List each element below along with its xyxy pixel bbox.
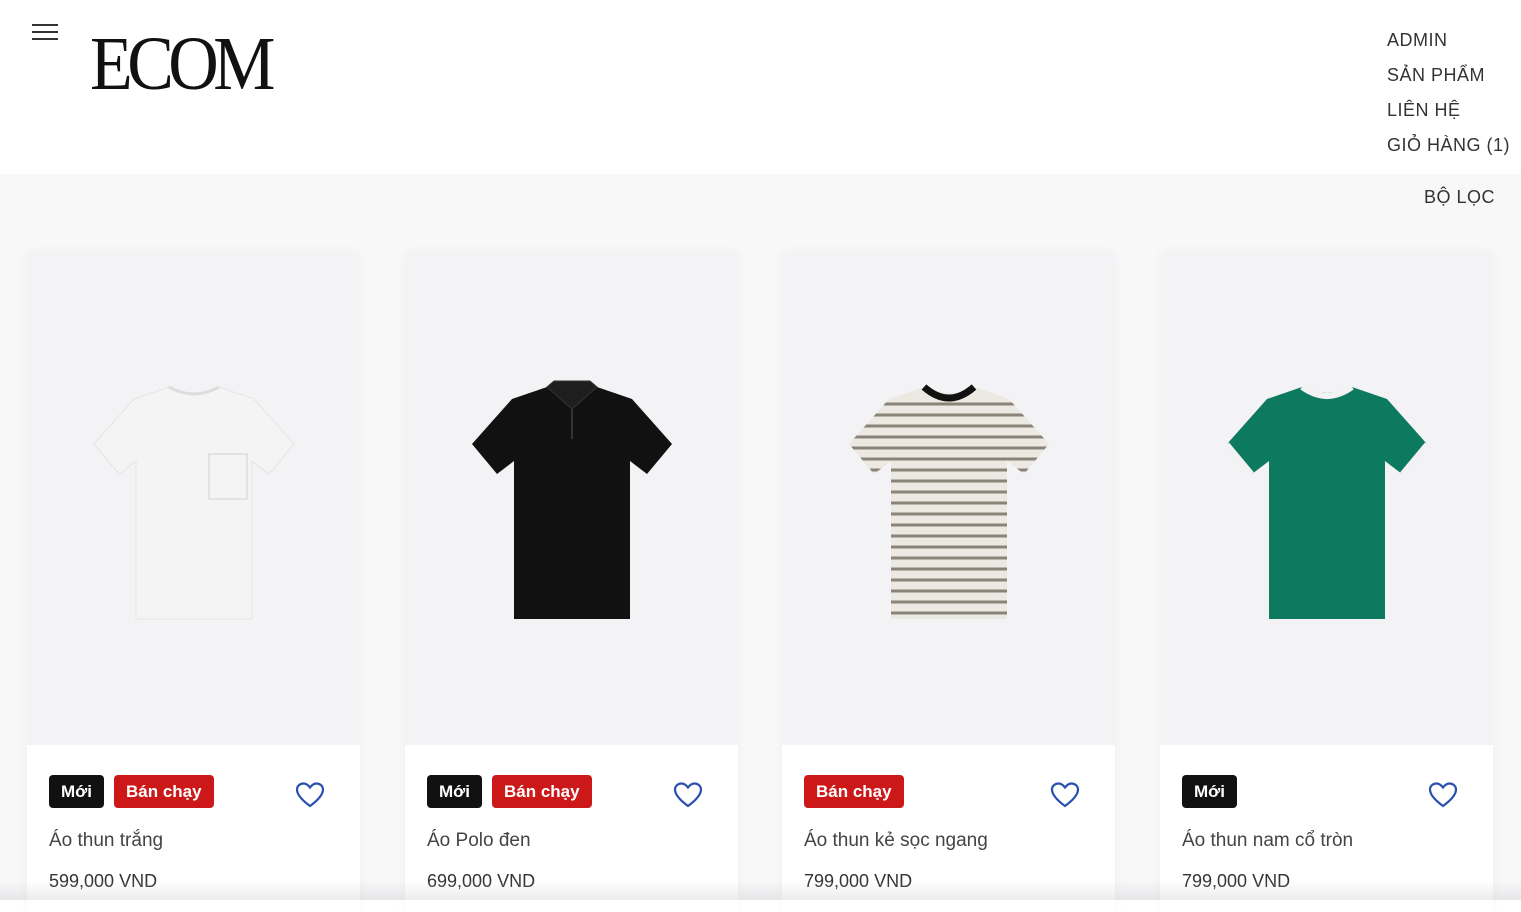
menu-icon[interactable] (32, 24, 60, 46)
badge-new: Mới (49, 775, 104, 808)
product-image[interactable] (27, 252, 360, 745)
badge-group: Mới Bán chạy (427, 775, 592, 808)
product-image[interactable] (782, 252, 1115, 745)
heart-icon[interactable] (1050, 781, 1080, 809)
badge-group: Mới Bán chạy (49, 775, 214, 808)
badge-bestseller: Bán chạy (113, 775, 214, 808)
product-name[interactable]: Áo thun nam cổ tròn (1182, 830, 1353, 852)
product-card[interactable]: Bán chạyÁo thun kẻ sọc ngang799,000 VND (782, 252, 1115, 912)
product-image[interactable] (405, 252, 738, 745)
badge-bestseller: Bán chạy (491, 775, 592, 808)
badge-group: Bán chạy (804, 775, 904, 808)
badge-bestseller: Bán chạy (804, 775, 904, 808)
product-card[interactable]: MớiÁo thun nam cổ tròn799,000 VND (1160, 252, 1493, 912)
filter-button[interactable]: BỘ LỌC (1424, 187, 1495, 208)
heart-icon[interactable] (1428, 781, 1458, 809)
heart-icon[interactable] (673, 781, 703, 809)
badge-new: Mới (1182, 775, 1237, 808)
bottom-shadow (0, 880, 1521, 900)
product-name[interactable]: Áo Polo đen (427, 830, 531, 852)
site-header: ECOM ADMIN SẢN PHẨM LIÊN HỆ GIỎ HÀNG (1) (0, 0, 1521, 174)
logo[interactable]: ECOM (90, 26, 275, 102)
heart-icon[interactable] (295, 781, 325, 809)
product-image[interactable] (1160, 252, 1493, 745)
nav-products[interactable]: SẢN PHẨM (1387, 63, 1510, 98)
nav-contact[interactable]: LIÊN HỆ (1387, 98, 1510, 133)
nav-cart[interactable]: GIỎ HÀNG (1) (1387, 133, 1510, 168)
top-nav: ADMIN SẢN PHẨM LIÊN HỆ GIỎ HÀNG (1) (1387, 28, 1510, 168)
product-card[interactable]: MớiBán chạyÁo thun trắng599,000 VND (27, 252, 360, 912)
product-name[interactable]: Áo thun trắng (49, 830, 163, 852)
badge-new: Mới (427, 775, 482, 808)
product-name[interactable]: Áo thun kẻ sọc ngang (804, 830, 988, 852)
product-card[interactable]: MớiBán chạyÁo Polo đen699,000 VND (405, 252, 738, 912)
nav-admin[interactable]: ADMIN (1387, 28, 1510, 63)
badge-group: Mới (1182, 775, 1237, 808)
